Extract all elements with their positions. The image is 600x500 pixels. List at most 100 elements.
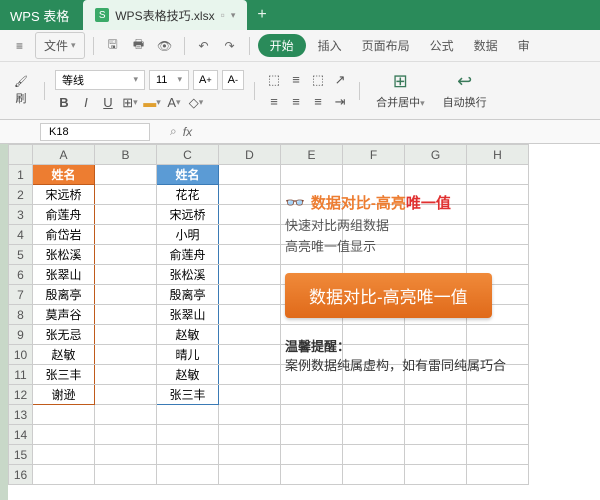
fx-label[interactable]: fx <box>183 125 192 139</box>
cell[interactable] <box>281 385 343 405</box>
font-increase[interactable]: A+ <box>193 70 218 90</box>
action-button[interactable]: 数据对比-高亮唯一值 <box>285 273 492 318</box>
cell[interactable] <box>467 165 529 185</box>
cell[interactable] <box>343 425 405 445</box>
fill-color-button[interactable]: ▬▾ <box>143 94 161 112</box>
new-tab-button[interactable]: + <box>257 6 266 24</box>
cell[interactable]: 赵敏 <box>157 365 219 385</box>
cell[interactable] <box>343 165 405 185</box>
row-header[interactable]: 6 <box>9 265 33 285</box>
cell[interactable] <box>219 405 281 425</box>
cell[interactable] <box>405 385 467 405</box>
cell[interactable]: 花花 <box>157 185 219 205</box>
row-header[interactable]: 13 <box>9 405 33 425</box>
cell[interactable]: 小明 <box>157 225 219 245</box>
align-right[interactable]: ≡ <box>309 93 327 111</box>
bold-button[interactable]: B <box>55 94 73 112</box>
cell[interactable]: 张无忌 <box>33 325 95 345</box>
cell[interactable]: 赵敏 <box>33 345 95 365</box>
cell[interactable] <box>219 245 281 265</box>
select-all-corner[interactable] <box>9 145 33 165</box>
redo-icon[interactable]: ↷ <box>219 35 241 57</box>
cell[interactable]: 张三丰 <box>33 365 95 385</box>
cell[interactable]: 张翠山 <box>157 305 219 325</box>
cell[interactable] <box>219 185 281 205</box>
menu-insert[interactable]: 插入 <box>310 33 350 58</box>
cell[interactable] <box>343 445 405 465</box>
format-painter[interactable]: 🖌 刷 <box>8 73 34 108</box>
cell[interactable] <box>157 465 219 485</box>
cell[interactable] <box>219 265 281 285</box>
cell[interactable] <box>343 385 405 405</box>
cell[interactable] <box>95 445 157 465</box>
cell[interactable]: 姓名 <box>157 165 219 185</box>
row-header[interactable]: 1 <box>9 165 33 185</box>
cell[interactable] <box>219 305 281 325</box>
cell[interactable] <box>95 185 157 205</box>
cell[interactable] <box>95 265 157 285</box>
align-top[interactable]: ⬚ <box>265 71 283 89</box>
cell[interactable] <box>219 445 281 465</box>
col-header[interactable]: C <box>157 145 219 165</box>
cell[interactable] <box>343 405 405 425</box>
cell[interactable] <box>467 385 529 405</box>
menu-start[interactable]: 开始 <box>258 34 306 57</box>
font-decrease[interactable]: A- <box>222 70 244 90</box>
cell[interactable] <box>219 325 281 345</box>
cell[interactable]: 姓名 <box>33 165 95 185</box>
font-select[interactable]: 等线▾ <box>55 70 145 90</box>
row-header[interactable]: 7 <box>9 285 33 305</box>
search-icon[interactable]: ⌕ <box>170 124 177 139</box>
cell[interactable]: 晴儿 <box>157 345 219 365</box>
row-header[interactable]: 2 <box>9 185 33 205</box>
cell[interactable] <box>95 285 157 305</box>
hamburger-menu[interactable]: ≡ <box>8 35 31 57</box>
cell[interactable]: 赵敏 <box>157 325 219 345</box>
cell[interactable] <box>405 165 467 185</box>
cell[interactable] <box>467 445 529 465</box>
font-color-button[interactable]: A▾ <box>165 94 183 112</box>
col-header[interactable]: D <box>219 145 281 165</box>
cell[interactable] <box>343 465 405 485</box>
align-left[interactable]: ≡ <box>265 93 283 111</box>
cell[interactable] <box>219 425 281 445</box>
cell[interactable]: 殷离亭 <box>33 285 95 305</box>
row-header[interactable]: 4 <box>9 225 33 245</box>
cell[interactable]: 张松溪 <box>157 265 219 285</box>
cell[interactable] <box>405 425 467 445</box>
col-header[interactable]: H <box>467 145 529 165</box>
cell[interactable] <box>95 165 157 185</box>
align-bottom[interactable]: ⬚ <box>309 71 327 89</box>
menu-review[interactable]: 审 <box>510 33 538 58</box>
italic-button[interactable]: I <box>77 94 95 112</box>
font-size-select[interactable]: 11▾ <box>149 70 189 90</box>
cell[interactable] <box>33 465 95 485</box>
indent[interactable]: ⇥ <box>331 93 349 111</box>
document-tab[interactable]: S WPS表格技巧.xlsx ▫ ▾ <box>83 0 247 30</box>
cell[interactable] <box>157 445 219 465</box>
cell[interactable] <box>95 325 157 345</box>
cell[interactable] <box>95 365 157 385</box>
col-header[interactable]: A <box>33 145 95 165</box>
row-header[interactable]: 8 <box>9 305 33 325</box>
cell[interactable] <box>467 465 529 485</box>
border-button[interactable]: ⊞▾ <box>121 94 139 112</box>
row-header[interactable]: 5 <box>9 245 33 265</box>
align-middle[interactable]: ≡ <box>287 71 305 89</box>
cell[interactable] <box>281 405 343 425</box>
cell[interactable] <box>281 465 343 485</box>
cell[interactable] <box>95 385 157 405</box>
cell[interactable]: 谢逊 <box>33 385 95 405</box>
row-header[interactable]: 16 <box>9 465 33 485</box>
row-header[interactable]: 11 <box>9 365 33 385</box>
tab-options-icon[interactable]: ▫ <box>221 8 225 22</box>
save-icon[interactable]: 🖫 <box>102 35 124 57</box>
menu-formula[interactable]: 公式 <box>422 33 462 58</box>
orientation[interactable]: ↗ <box>331 71 349 89</box>
cell[interactable] <box>95 225 157 245</box>
cell[interactable] <box>467 405 529 425</box>
cell[interactable] <box>95 465 157 485</box>
col-header[interactable]: B <box>95 145 157 165</box>
row-header[interactable]: 3 <box>9 205 33 225</box>
cell-reference-input[interactable] <box>40 123 150 141</box>
